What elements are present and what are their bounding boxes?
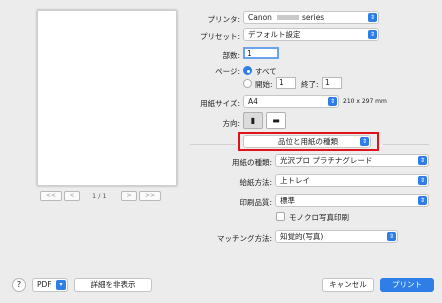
popup-arrows-icon: ⇕ [368,13,377,22]
pages-from-label: 開始: [255,80,273,89]
next-page-label: > [126,192,132,199]
matching-label: マッチング方法: [216,234,272,243]
pages-to-field[interactable]: 1 [322,77,342,89]
section-value: 品位と用紙の種類 [278,137,338,146]
paper-size-label: 用紙サイズ: [200,99,240,108]
redacted-model-name [277,15,299,20]
chevron-down-icon: ▾ [56,280,66,290]
paper-source-label: 給紙方法: [239,178,272,187]
page-indicator: 1 / 1 [92,192,107,200]
cancel-button[interactable]: キャンセル [322,278,374,292]
print-quality-value: 標準 [280,196,295,205]
media-type-value: 光沢プロ プラチナグレード [280,156,373,165]
paper-size-value: A4 [248,97,258,106]
hide-details-label: 詳細を非表示 [90,280,136,289]
copies-label: 部数: [222,51,240,60]
print-button[interactable]: プリント [380,278,434,292]
print-quality-popup[interactable]: 標準 ⇕ [275,194,429,207]
pages-range-radio[interactable] [243,79,252,88]
previous-page-button[interactable]: < [64,191,80,201]
first-page-label: << [45,192,57,199]
grayscale-photo-label: モノクロ写真印刷 [289,213,349,222]
pages-from-field[interactable]: 1 [276,77,296,89]
popup-arrows-icon: ⇕ [368,30,377,39]
pdf-menu-button[interactable]: PDF ▾ [32,278,68,292]
help-button[interactable]: ? [12,278,26,292]
last-page-button[interactable]: >> [139,191,161,201]
landscape-person-icon: ▬ [272,116,280,125]
grayscale-photo-checkbox[interactable] [276,212,285,221]
popup-arrows-icon: ⇕ [387,232,396,241]
printer-value-prefix: Canon [248,13,272,22]
paper-size-popup[interactable]: A4 ⇕ [243,95,339,108]
section-divider-right [383,144,429,145]
landscape-orientation-button[interactable]: ▬ [266,112,286,129]
portrait-person-icon: ▮ [250,116,256,125]
pages-all-radio[interactable] [243,66,252,75]
pages-to-label: 終了: [301,80,319,89]
cancel-label: キャンセル [329,280,367,289]
section-divider-left [190,144,236,145]
preset-value: デフォルト設定 [248,30,301,39]
printer-popup[interactable]: Canon series ⇕ [243,11,379,24]
paper-dimensions: 210 x 297 mm [343,98,387,105]
preset-popup[interactable]: デフォルト設定 ⇕ [243,28,379,41]
print-preview-page [37,10,177,186]
pdf-label: PDF [37,280,52,289]
hide-details-button[interactable]: 詳細を非表示 [74,278,152,292]
first-page-button[interactable]: << [40,191,62,201]
last-page-label: >> [144,192,156,199]
paper-source-popup[interactable]: 上トレイ ⇕ [275,174,429,187]
media-type-popup[interactable]: 光沢プロ プラチナグレード ⇕ [275,154,429,167]
media-type-label: 用紙の種類: [231,158,272,167]
orientation-label: 方向: [222,119,240,128]
popup-arrows-icon: ⇕ [418,156,427,165]
paper-source-value: 上トレイ [280,176,310,185]
matching-popup[interactable]: 知覚的(写真) ⇕ [275,230,398,243]
matching-value: 知覚的(写真) [280,232,324,241]
printer-value-suffix: series [302,13,325,22]
popup-arrows-icon: ⇕ [360,137,369,146]
help-icon: ? [16,280,22,289]
pages-all-label: すべて [255,67,277,76]
previous-page-label: < [69,192,75,199]
pages-label: ページ: [215,67,240,76]
print-label: プリント [392,280,422,289]
popup-arrows-icon: ⇕ [418,176,427,185]
print-quality-label: 印刷品質: [239,198,272,207]
printer-label: プリンタ: [207,15,240,24]
preset-label: プリセット: [199,32,240,41]
next-page-button[interactable]: > [121,191,137,201]
copies-field[interactable]: 1 [243,47,279,59]
popup-arrows-icon: ⇕ [328,97,337,106]
popup-arrows-icon: ⇕ [418,196,427,205]
portrait-orientation-button[interactable]: ▮ [243,112,263,129]
section-popup[interactable]: 品位と用紙の種類 ⇕ [243,135,371,148]
